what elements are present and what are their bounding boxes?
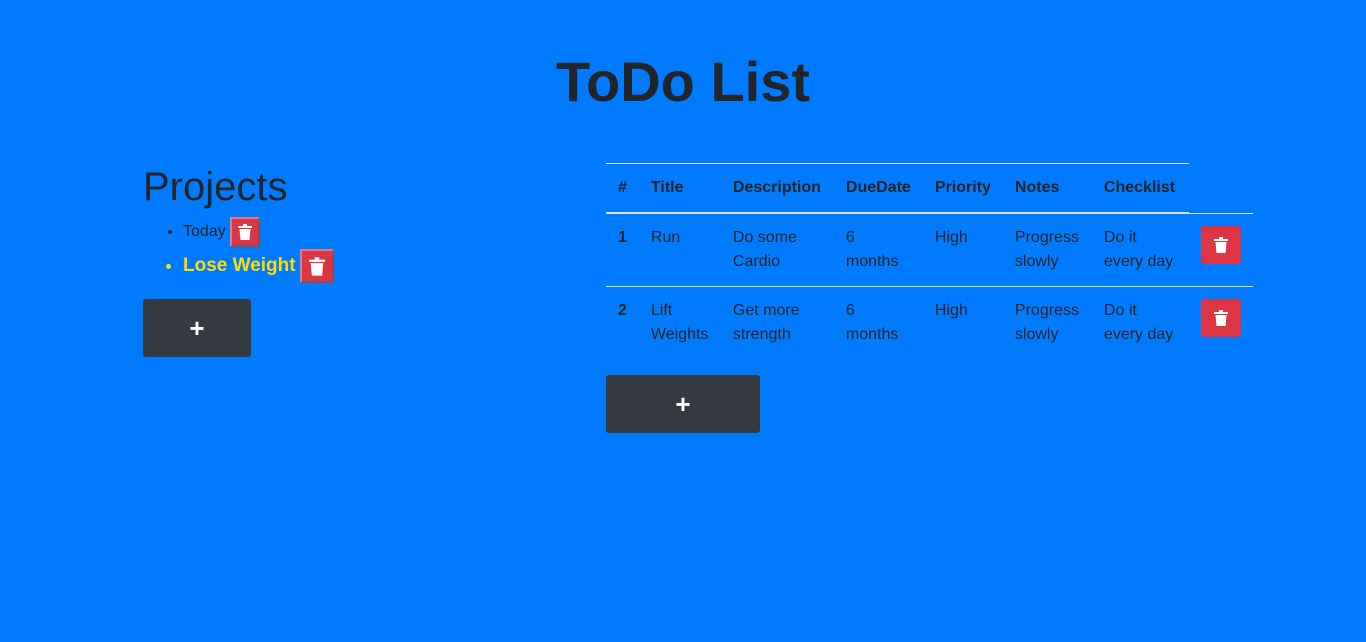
todo-actions bbox=[1189, 213, 1253, 287]
trash-icon bbox=[237, 224, 252, 240]
add-project-button[interactable]: + bbox=[143, 299, 251, 357]
todo-title: Lift Weights bbox=[638, 286, 721, 359]
column-header-due-date: DueDate bbox=[833, 163, 923, 214]
table-header-row: # Title Description DueDate Priority Not… bbox=[606, 163, 1253, 214]
project-row: Lose Weight bbox=[183, 249, 334, 284]
column-header-priority: Priority bbox=[922, 163, 1003, 214]
todo-checklist: Do it every day bbox=[1091, 286, 1189, 359]
project-item-today[interactable]: Today bbox=[183, 217, 543, 247]
column-header-notes: Notes bbox=[1002, 163, 1092, 214]
todo-table: # Title Description DueDate Priority Not… bbox=[606, 163, 1253, 359]
todo-number: 2 bbox=[606, 286, 639, 359]
table-row[interactable]: 2 Lift Weights Get more strength 6 month… bbox=[606, 286, 1253, 359]
todo-description: Get more strength bbox=[720, 286, 834, 359]
todo-priority: High bbox=[934, 229, 968, 246]
projects-heading: Projects bbox=[143, 165, 288, 209]
projects-panel: Projects Today Lose Weight bbox=[143, 163, 543, 285]
todo-notes: Progress slowly bbox=[1014, 229, 1079, 270]
column-header-description: Description bbox=[720, 163, 834, 214]
todo-due-date: 6 months bbox=[845, 229, 899, 270]
todo-title: Run bbox=[650, 229, 681, 246]
project-item-lose-weight[interactable]: Lose Weight bbox=[183, 249, 543, 284]
todo-checklist: Do it every day bbox=[1103, 229, 1174, 270]
column-header-number: # bbox=[606, 163, 639, 214]
trash-icon bbox=[1213, 310, 1228, 326]
todo-number: 1 bbox=[618, 229, 627, 246]
trash-icon bbox=[308, 257, 325, 276]
page-title: ToDo List bbox=[555, 50, 811, 113]
project-row: Today bbox=[183, 217, 260, 247]
todo-due-date: 6 months bbox=[833, 286, 923, 359]
project-label[interactable]: Lose Weight bbox=[183, 251, 296, 281]
column-header-title: Title bbox=[638, 163, 721, 214]
table-row[interactable]: 1 Run Do some Cardio 6 months High Progr… bbox=[606, 213, 1253, 287]
todo-description: Do some Cardio bbox=[732, 229, 797, 270]
todo-actions bbox=[1188, 286, 1253, 359]
delete-todo-button[interactable] bbox=[1200, 225, 1241, 264]
project-list: Today Lose Weight bbox=[143, 217, 543, 284]
delete-project-button[interactable] bbox=[229, 217, 260, 247]
delete-project-button[interactable] bbox=[299, 249, 334, 284]
trash-icon bbox=[1213, 236, 1228, 253]
column-header-checklist: Checklist bbox=[1091, 163, 1189, 214]
todo-priority: High bbox=[922, 286, 1003, 359]
add-todo-button[interactable]: + bbox=[606, 375, 760, 433]
project-label[interactable]: Today bbox=[183, 217, 226, 247]
column-header-actions bbox=[1188, 163, 1253, 214]
delete-todo-button[interactable] bbox=[1200, 299, 1241, 337]
todo-notes: Progress slowly bbox=[1002, 286, 1092, 359]
